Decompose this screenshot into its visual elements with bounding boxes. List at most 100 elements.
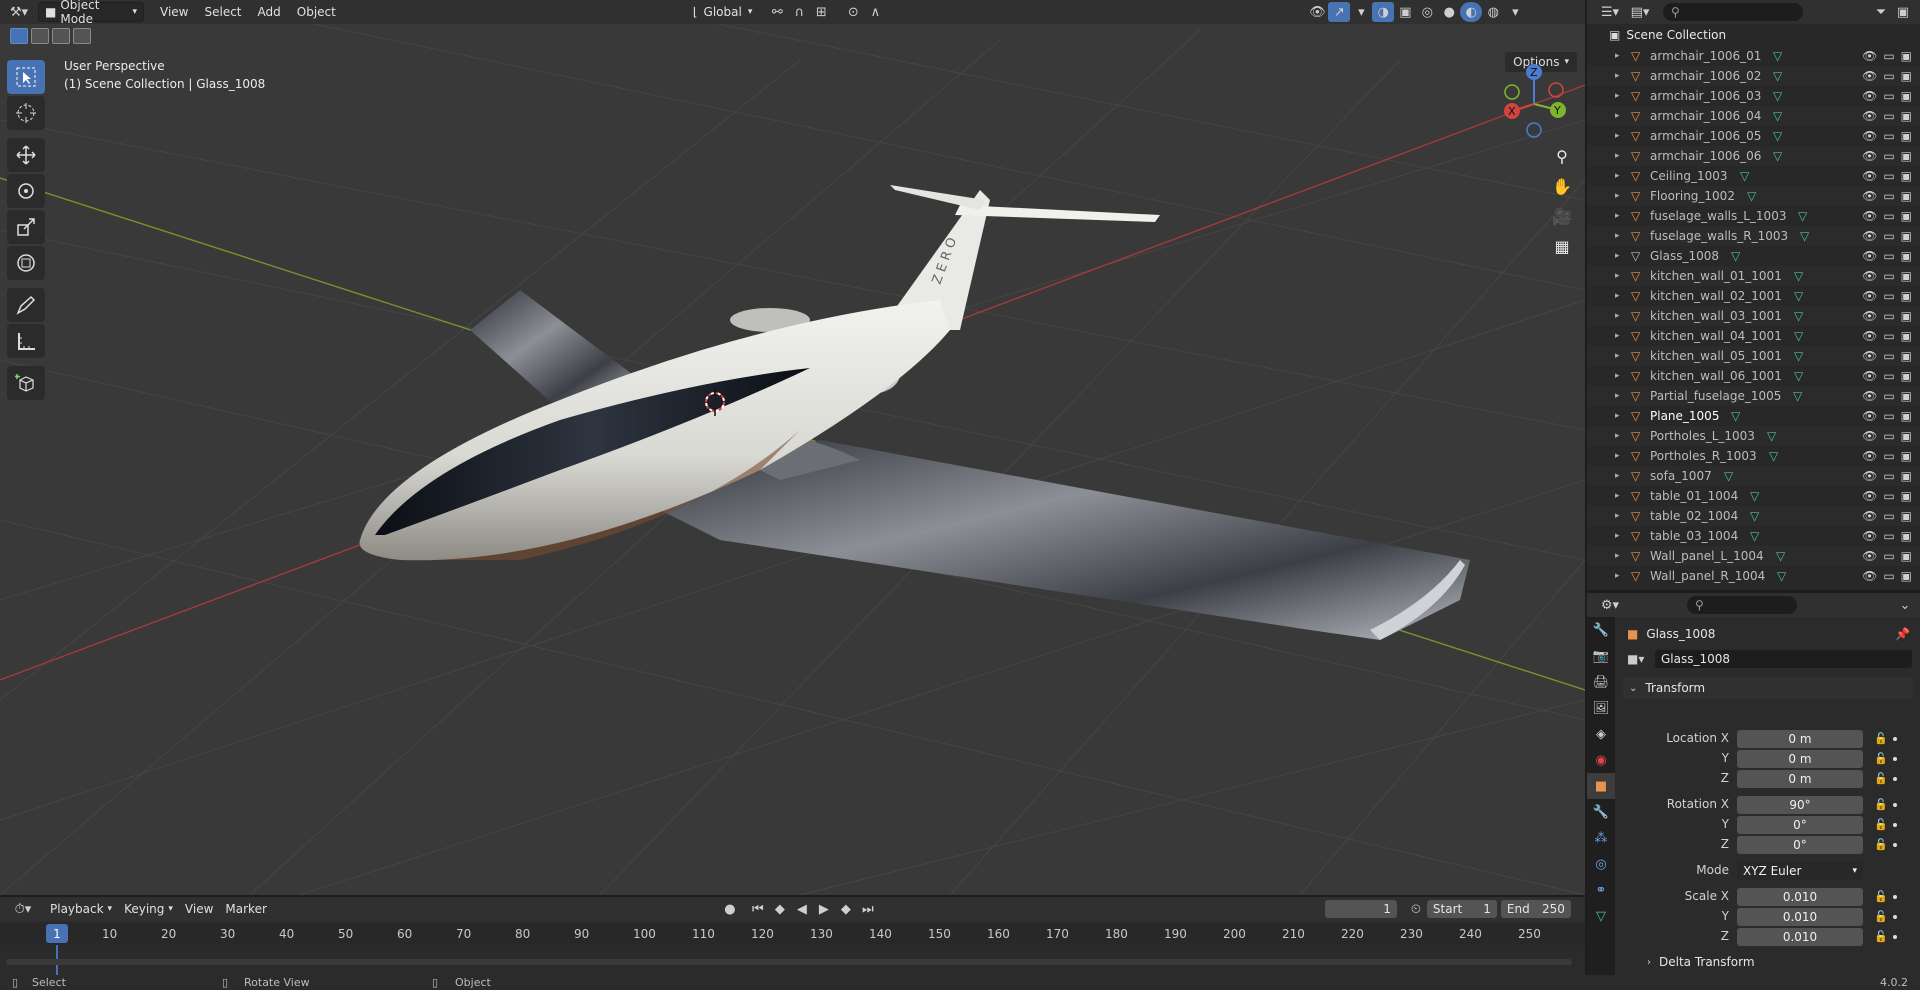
start-frame-field[interactable]: Start 1: [1426, 900, 1497, 918]
lock-icon[interactable]: 🔓: [1874, 772, 1888, 785]
viewport-display-icon[interactable]: ▭: [1883, 529, 1894, 543]
outliner-item[interactable]: ▸ ▽ armchair_1006_06 ▽ 👁 ▭ ▣: [1587, 146, 1920, 166]
eye-icon[interactable]: 👁: [1862, 249, 1877, 263]
viewport-display-icon[interactable]: ▭: [1883, 149, 1894, 163]
eye-icon[interactable]: 👁: [1862, 69, 1877, 83]
transform-tool[interactable]: [7, 246, 45, 280]
lock-icon[interactable]: 🔓: [1874, 818, 1888, 831]
expand-arrow-icon[interactable]: ▸: [1615, 571, 1620, 581]
viewport-display-icon[interactable]: ▭: [1883, 389, 1894, 403]
outliner-item[interactable]: ▸ ▽ armchair_1006_03 ▽ 👁 ▭ ▣: [1587, 86, 1920, 106]
keyframe-dot-icon[interactable]: [1893, 803, 1897, 807]
render-camera-icon[interactable]: ▣: [1901, 389, 1912, 403]
render-camera-icon[interactable]: ▣: [1901, 269, 1912, 283]
expand-arrow-icon[interactable]: ▸: [1615, 391, 1620, 401]
transform-orientation-dropdown[interactable]: ⌊ Global ▾: [687, 2, 759, 22]
expand-arrow-icon[interactable]: ▸: [1615, 111, 1620, 121]
outliner-item[interactable]: ▸ ▽ Glass_1008 ▽ 👁 ▭ ▣: [1587, 246, 1920, 266]
outliner-search-input[interactable]: ⚲: [1663, 3, 1803, 21]
viewport-display-icon[interactable]: ▭: [1883, 109, 1894, 123]
outliner-item[interactable]: ▸ ▽ kitchen_wall_01_1001 ▽ 👁 ▭ ▣: [1587, 266, 1920, 286]
rendered-shading-icon[interactable]: ◍: [1482, 2, 1504, 22]
expand-arrow-icon[interactable]: ▸: [1615, 231, 1620, 241]
ortho-grid-icon[interactable]: ▦: [1547, 231, 1577, 261]
scene-tab-icon[interactable]: ◈: [1587, 721, 1615, 747]
snap-target-icon[interactable]: ⊞: [810, 2, 832, 22]
data-tab-icon[interactable]: ▽: [1587, 903, 1615, 929]
render-camera-icon[interactable]: ▣: [1901, 229, 1912, 243]
lock-icon[interactable]: 🔓: [1874, 890, 1888, 903]
keyframe-dot-icon[interactable]: [1893, 935, 1897, 939]
keyframe-dot-icon[interactable]: [1893, 915, 1897, 919]
eye-icon[interactable]: 👁: [1862, 349, 1877, 363]
render-camera-icon[interactable]: ▣: [1901, 329, 1912, 343]
play-icon[interactable]: ▶: [813, 899, 835, 919]
particles-tab-icon[interactable]: ⁂: [1587, 825, 1615, 851]
frame-ruler[interactable]: 1 10 20 30 40 50 60 70 80 90 100 110 120 130 140 150 16…: [0, 923, 1585, 945]
outliner-item[interactable]: ▸ ▽ Wall_panel_R_1004 ▽ 👁 ▭ ▣: [1587, 566, 1920, 586]
render-camera-icon[interactable]: ▣: [1901, 289, 1912, 303]
outliner-item[interactable]: ▸ ▽ armchair_1006_05 ▽ 👁 ▭ ▣: [1587, 126, 1920, 146]
expand-arrow-icon[interactable]: ▸: [1615, 91, 1620, 101]
move-tool[interactable]: [7, 138, 45, 172]
solid-shading-icon[interactable]: ●: [1438, 2, 1460, 22]
rotate-tool[interactable]: [7, 174, 45, 208]
outliner-item[interactable]: ▸ ▽ kitchen_wall_06_1001 ▽ 👁 ▭ ▣: [1587, 366, 1920, 386]
visibility-icon[interactable]: 👁: [1306, 2, 1328, 22]
menu-marker[interactable]: Marker: [219, 899, 272, 919]
expand-arrow-icon[interactable]: ▸: [1615, 411, 1620, 421]
viewport-display-icon[interactable]: ▭: [1883, 369, 1894, 383]
add-cube-tool[interactable]: [7, 366, 45, 400]
render-camera-icon[interactable]: ▣: [1901, 89, 1912, 103]
eye-icon[interactable]: 👁: [1862, 429, 1877, 443]
render-camera-icon[interactable]: ▣: [1901, 449, 1912, 463]
view-layer-tab-icon[interactable]: 🖼: [1587, 695, 1615, 721]
lock-icon[interactable]: 🔓: [1874, 752, 1888, 765]
eye-icon[interactable]: 👁: [1862, 149, 1877, 163]
play-reverse-icon[interactable]: ◀: [791, 899, 813, 919]
scale-tool[interactable]: [7, 210, 45, 244]
render-camera-icon[interactable]: ▣: [1901, 489, 1912, 503]
outliner-item[interactable]: ▸ ▽ Plane_1005 ▽ 👁 ▭ ▣: [1587, 406, 1920, 426]
eye-icon[interactable]: 👁: [1862, 409, 1877, 423]
menu-object[interactable]: Object: [291, 2, 342, 22]
playhead[interactable]: 1: [46, 924, 68, 943]
world-tab-icon[interactable]: ◉: [1587, 747, 1615, 773]
viewport-display-icon[interactable]: ▭: [1883, 349, 1894, 363]
constraints-tab-icon[interactable]: ⚭: [1587, 877, 1615, 903]
expand-arrow-icon[interactable]: ▸: [1615, 371, 1620, 381]
expand-arrow-icon[interactable]: ▸: [1615, 531, 1620, 541]
jump-start-icon[interactable]: ⏮: [747, 899, 769, 919]
select-intersect-icon[interactable]: [73, 28, 91, 44]
viewport-display-icon[interactable]: ▭: [1883, 469, 1894, 483]
mode-dropdown[interactable]: ■ Object Mode ▾: [38, 0, 144, 26]
render-camera-icon[interactable]: ▣: [1901, 409, 1912, 423]
camera-icon[interactable]: 🎥: [1547, 201, 1577, 231]
overlay-dropdown-icon[interactable]: ▾: [1350, 2, 1372, 22]
lock-icon[interactable]: 🔓: [1874, 910, 1888, 923]
eye-icon[interactable]: 👁: [1862, 329, 1877, 343]
outliner-item[interactable]: ▸ ▽ Portholes_L_1003 ▽ 👁 ▭ ▣: [1587, 426, 1920, 446]
tool-tab-icon[interactable]: 🔧: [1587, 617, 1615, 643]
keyframe-dot-icon[interactable]: [1893, 737, 1897, 741]
keyframe-dot-icon[interactable]: [1893, 757, 1897, 761]
eye-icon[interactable]: 👁: [1862, 489, 1877, 503]
outliner-editor-icon[interactable]: ☰▾: [1595, 2, 1625, 22]
lock-icon[interactable]: 🔓: [1874, 930, 1888, 943]
properties-editor[interactable]: ⚙▾ ⚲ ⌄ 🔧 📷 🖨 🖼 ◈ ◉ ■ 🔧 ⁂ ◎ ⚭ ▽ ■ Glass_1…: [1587, 593, 1920, 975]
outliner-item[interactable]: ▸ ▽ Portholes_R_1003 ▽ 👁 ▭ ▣: [1587, 446, 1920, 466]
expand-arrow-icon[interactable]: ▸: [1615, 171, 1620, 181]
viewport-display-icon[interactable]: ▭: [1883, 229, 1894, 243]
location-x-field[interactable]: 0 m: [1737, 730, 1863, 748]
expand-arrow-icon[interactable]: ▸: [1615, 471, 1620, 481]
pin-icon[interactable]: 📌: [1895, 627, 1910, 641]
render-camera-icon[interactable]: ▣: [1901, 549, 1912, 563]
outliner[interactable]: ☰▾ ▤▾ ⚲ ⏷ ▣ ▣ Scene Collection ▸ ▽ armchai…: [1587, 0, 1920, 590]
material-shading-icon[interactable]: ◐: [1460, 2, 1483, 22]
outliner-item[interactable]: ▸ ▽ kitchen_wall_02_1001 ▽ 👁 ▭ ▣: [1587, 286, 1920, 306]
shading-dropdown-icon[interactable]: ▾: [1504, 2, 1526, 22]
expand-arrow-icon[interactable]: ▸: [1615, 191, 1620, 201]
render-camera-icon[interactable]: ▣: [1901, 509, 1912, 523]
outliner-item[interactable]: ▸ ▽ kitchen_wall_04_1001 ▽ 👁 ▭ ▣: [1587, 326, 1920, 346]
menu-timeline-view[interactable]: View: [179, 899, 219, 919]
